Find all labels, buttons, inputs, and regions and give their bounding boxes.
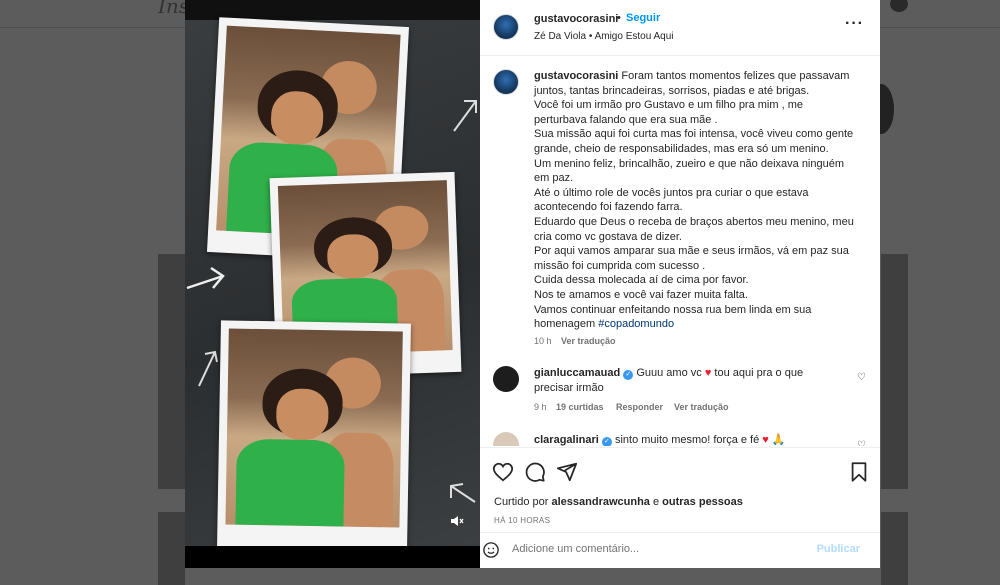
comment-text: claragalinari ✓ sinto muito mesmo! força…: [534, 434, 786, 446]
comment-translate-link[interactable]: Ver tradução: [674, 402, 729, 412]
bookmark-icon[interactable]: [848, 461, 870, 483]
caption-line: Um menino feliz, brincalhão, zueiro e qu…: [534, 157, 848, 185]
comment-like-icon[interactable]: ♡: [857, 372, 868, 383]
post-media[interactable]: [185, 0, 480, 568]
arrow-doodle-icon: [453, 100, 477, 132]
comment-text: gianluccamauad ✓ Guuu amo vc ♥ tou aqui …: [534, 367, 804, 394]
praying-hands-emoji-icon: 🙏: [771, 434, 786, 446]
add-comment-input[interactable]: [512, 543, 782, 555]
publish-button[interactable]: Publicar: [817, 543, 860, 555]
more-horizontal-icon[interactable]: ···: [845, 16, 864, 32]
author-avatar[interactable]: [493, 14, 519, 40]
author-username[interactable]: gustavocorasini: [534, 13, 618, 25]
caption-translate-link[interactable]: Ver tradução: [561, 336, 616, 346]
arrow-doodle-icon: [450, 483, 476, 503]
feed-tile: [158, 512, 185, 585]
caption-line: Eduardo que Deus o receba de braços aber…: [534, 215, 857, 243]
comment-icon[interactable]: [524, 461, 546, 483]
feed-tile: [881, 254, 908, 489]
reply-button[interactable]: Responder: [616, 402, 663, 412]
commenter-avatar[interactable]: [493, 366, 519, 392]
share-icon[interactable]: [556, 461, 578, 483]
caption-line: Por aqui vamos amparar sua mãe e seus ir…: [534, 245, 852, 272]
red-heart-emoji-icon: ♥: [704, 367, 712, 379]
verified-badge-icon: ✓: [601, 437, 612, 446]
add-comment-row: Publicar: [480, 532, 880, 569]
commenter-username[interactable]: gianluccamauad: [534, 367, 620, 379]
liked-by-others-link[interactable]: outras pessoas: [662, 496, 743, 508]
post-timestamp: HÁ 10 HORAS: [494, 516, 551, 525]
caption-author-avatar[interactable]: [493, 69, 519, 95]
comment-timestamp: 9 h: [534, 402, 547, 412]
media-bottom-bar: [185, 546, 480, 568]
comment-likes-count[interactable]: 19 curtidas: [556, 402, 604, 412]
commenter-username[interactable]: claragalinari: [534, 434, 599, 446]
separator-dot: •: [617, 12, 621, 24]
mute-icon[interactable]: [449, 514, 465, 530]
hashtag-link[interactable]: #copadomundo: [598, 318, 674, 330]
post-caption: gustavocorasini Foram tantos momentos fe…: [534, 69, 854, 332]
profile-avatar: [890, 0, 908, 12]
post-actions: Curtido por alessandrawcunha e outras pe…: [480, 447, 880, 568]
audio-track-link[interactable]: Zé Da Viola • Amigo Estou Aqui: [534, 31, 674, 42]
caption-line: Até o último role de vocês juntos pra cu…: [534, 186, 812, 214]
red-heart-emoji-icon: ♥: [762, 434, 769, 446]
commenter-avatar[interactable]: [493, 432, 519, 446]
arrow-doodle-icon: [186, 266, 225, 290]
feed-tile: [881, 512, 908, 585]
caption-line: Vamos continuar enfeitando nossa rua bem…: [534, 303, 815, 331]
caption-line: Nos te amamos e você vai fazer muita fal…: [534, 288, 748, 301]
comments-section[interactable]: gustavocorasini Foram tantos momentos fe…: [480, 57, 880, 446]
caption-line: Cuida dessa molecada aí de cima por favo…: [534, 274, 749, 287]
liked-by-username[interactable]: alessandrawcunha: [551, 496, 649, 508]
post-header: gustavocorasini • Seguir Zé Da Viola • A…: [480, 0, 880, 56]
caption-timestamp: 10 h: [534, 336, 552, 346]
feed-tile: [158, 254, 185, 489]
heart-icon[interactable]: [492, 461, 514, 483]
emoji-icon[interactable]: [482, 541, 500, 559]
caption-author-username[interactable]: gustavocorasini: [534, 70, 618, 82]
follow-button[interactable]: Seguir: [626, 12, 660, 24]
verified-badge-icon: ✓: [623, 370, 634, 380]
arrow-doodle-icon: [198, 350, 218, 387]
polaroid-photo: [217, 320, 411, 550]
liked-by-text: Curtido por alessandrawcunha e outras pe…: [494, 496, 743, 508]
caption-line: Sua missão aqui foi curta mas foi intens…: [534, 128, 857, 155]
post-details-panel: gustavocorasini • Seguir Zé Da Viola • A…: [480, 0, 880, 568]
caption-line: Você foi um irmão pro Gustavo e um filho…: [534, 99, 807, 126]
comment-like-icon[interactable]: ♡: [857, 440, 868, 446]
